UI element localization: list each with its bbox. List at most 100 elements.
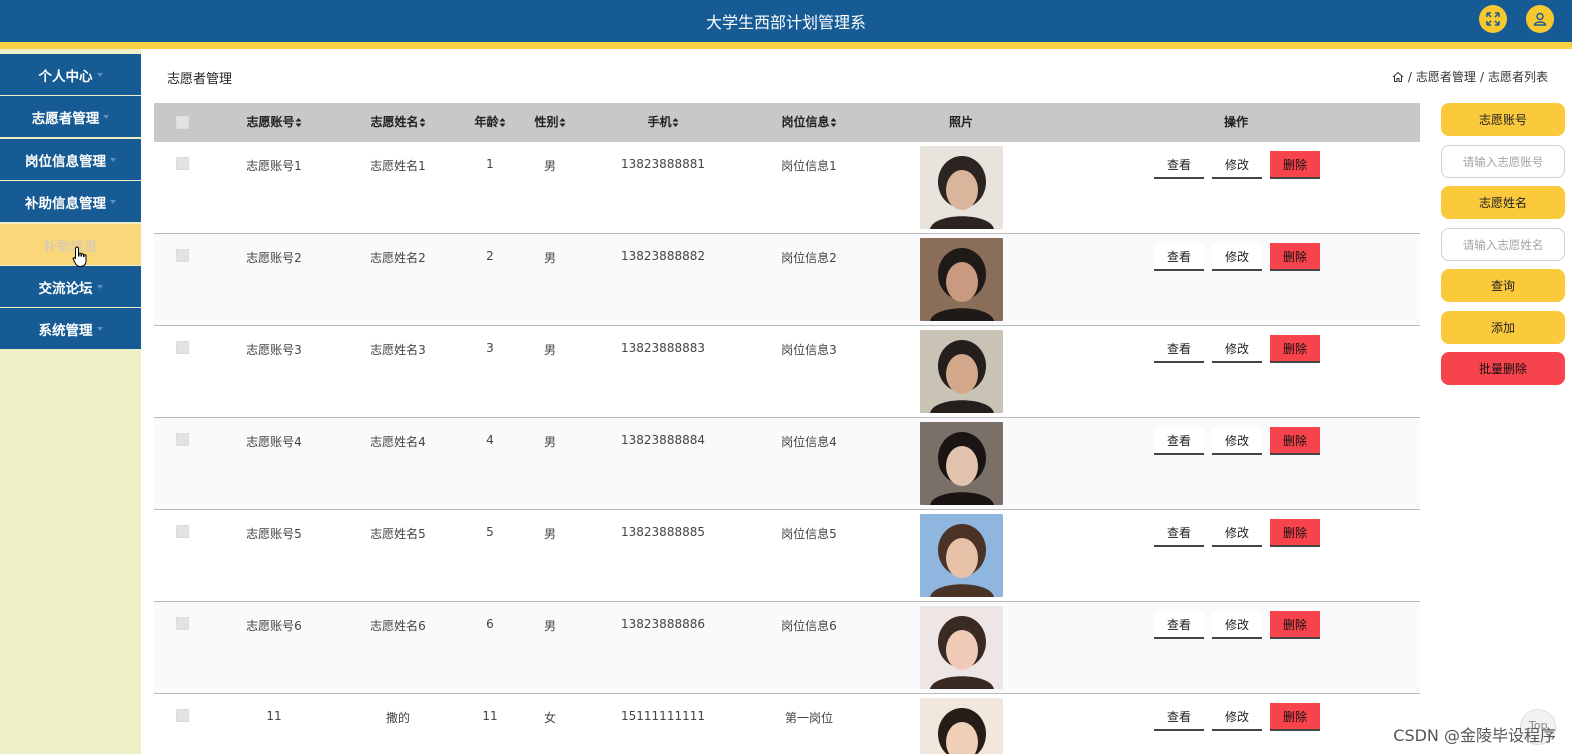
column-header-phone[interactable]: 手机 [647,103,679,142]
cell-gender: 男 [543,435,557,449]
portrait-image [920,146,1003,229]
sidebar-subitem-subsidy-info[interactable]: 补助信息 [0,224,141,265]
cell-gender: 男 [543,619,557,633]
volunteer-photo[interactable] [920,422,1003,505]
view-button[interactable]: 查看 [1154,611,1204,639]
view-button[interactable]: 查看 [1154,335,1204,363]
home-icon[interactable] [1392,71,1404,83]
batch-delete-button[interactable]: 批量删除 [1441,352,1565,385]
fullscreen-button[interactable] [1479,5,1507,33]
name-search-input[interactable] [1441,228,1565,261]
delete-button[interactable]: 删除 [1270,519,1320,547]
row-checkbox[interactable] [176,433,189,446]
column-header-name[interactable]: 志愿姓名 [370,103,426,142]
sidebar-item-label: 个人中心 [38,68,93,85]
cell-account: 志愿账号5 [246,527,302,541]
cell-name: 志愿姓名1 [370,159,426,173]
row-checkbox[interactable] [176,709,189,722]
volunteer-photo[interactable] [920,698,1003,754]
sidebar-item-label: 系统管理 [38,322,93,339]
name-label-chip: 志愿姓名 [1441,186,1565,219]
delete-button[interactable]: 删除 [1270,611,1320,639]
row-checkbox[interactable] [176,525,189,538]
cell-account: 11 [266,709,282,723]
row-checkbox[interactable] [176,249,189,262]
edit-button[interactable]: 修改 [1212,427,1262,455]
cell-age: 2 [486,249,494,263]
breadcrumb-separator: / [1407,69,1412,84]
table-row: 11 撒的 11 女 15111111111 第一岗位 查看 修改 删除 [154,694,1420,754]
account-search-input[interactable] [1441,145,1565,178]
delete-button[interactable]: 删除 [1270,427,1320,455]
sort-icon [672,118,679,127]
table-row: 志愿账号6 志愿姓名6 6 男 13823888886 岗位信息6 查看 修改 删除 [154,602,1420,694]
table-row: 志愿账号3 志愿姓名3 3 男 13823888883 岗位信息3 查看 修改 删除 [154,326,1420,418]
view-button[interactable]: 查看 [1154,703,1204,731]
edit-button[interactable]: 修改 [1212,519,1262,547]
column-header-photo: 照片 [948,115,974,129]
cell-phone: 13823888884 [621,433,705,447]
row-checkbox[interactable] [176,157,189,170]
chevron-down-icon [96,72,103,77]
volunteer-photo[interactable] [920,238,1003,321]
query-button[interactable]: 查询 [1441,269,1565,302]
sidebar-item-forum[interactable]: 交流论坛 [0,266,141,307]
view-button[interactable]: 查看 [1154,519,1204,547]
add-button[interactable]: 添加 [1441,311,1565,344]
cell-post: 岗位信息5 [781,527,837,541]
cell-age: 4 [486,433,494,447]
account-label-chip: 志愿账号 [1441,103,1565,136]
cell-post: 第一岗位 [784,711,834,725]
view-button[interactable]: 查看 [1154,151,1204,179]
sort-icon [499,118,506,127]
edit-button[interactable]: 修改 [1212,611,1262,639]
view-button[interactable]: 查看 [1154,427,1204,455]
portrait-image [920,514,1003,597]
sidebar-item-system[interactable]: 系统管理 [0,308,141,349]
select-all-checkbox[interactable] [176,116,189,129]
cell-phone: 13823888883 [621,341,705,355]
table-header: 志愿账号 志愿姓名 年龄 性别 手机 岗位信息 照片 操作 [154,103,1420,142]
column-header-account[interactable]: 志愿账号 [246,103,302,142]
column-header-gender[interactable]: 性别 [534,103,566,142]
cell-phone: 13823888886 [621,617,705,631]
sidebar-item-profile[interactable]: 个人中心 [0,54,141,95]
edit-button[interactable]: 修改 [1212,151,1262,179]
user-button[interactable] [1526,5,1554,33]
page-title: 志愿者管理 [167,72,233,87]
sort-icon [559,118,566,127]
volunteer-photo[interactable] [920,606,1003,689]
cell-post: 岗位信息2 [781,251,837,265]
delete-button[interactable]: 删除 [1270,335,1320,363]
cell-post: 岗位信息6 [781,619,837,633]
delete-button[interactable]: 删除 [1270,243,1320,271]
sidebar-item-subsidy[interactable]: 补助信息管理 [0,181,141,222]
row-checkbox[interactable] [176,341,189,354]
cell-post: 岗位信息3 [781,343,837,357]
column-header-age[interactable]: 年龄 [474,103,506,142]
header-accent-strip [0,42,1572,49]
watermark: CSDN @金陵毕设程序 [1393,726,1556,745]
cell-gender: 男 [543,527,557,541]
column-header-post[interactable]: 岗位信息 [781,103,837,142]
volunteer-photo[interactable] [920,330,1003,413]
edit-button[interactable]: 修改 [1212,703,1262,731]
delete-button[interactable]: 删除 [1270,151,1320,179]
breadcrumb: / 志愿者管理 / 志愿者列表 [1392,68,1548,85]
user-icon [1533,12,1547,26]
edit-button[interactable]: 修改 [1212,335,1262,363]
cell-account: 志愿账号2 [246,251,302,265]
sidebar-item-volunteers[interactable]: 志愿者管理 [0,96,141,137]
top-header: 大学生西部计划管理系 [0,0,1572,42]
view-button[interactable]: 查看 [1154,243,1204,271]
delete-button[interactable]: 删除 [1270,703,1320,731]
breadcrumb-item-volunteers[interactable]: 志愿者管理 [1416,68,1476,85]
edit-button[interactable]: 修改 [1212,243,1262,271]
sort-icon [295,118,302,127]
volunteer-photo[interactable] [920,514,1003,597]
cell-name: 志愿姓名3 [370,343,426,357]
row-checkbox[interactable] [176,617,189,630]
cell-age: 1 [486,157,494,171]
sidebar-item-posts[interactable]: 岗位信息管理 [0,139,141,180]
volunteer-photo[interactable] [920,146,1003,229]
